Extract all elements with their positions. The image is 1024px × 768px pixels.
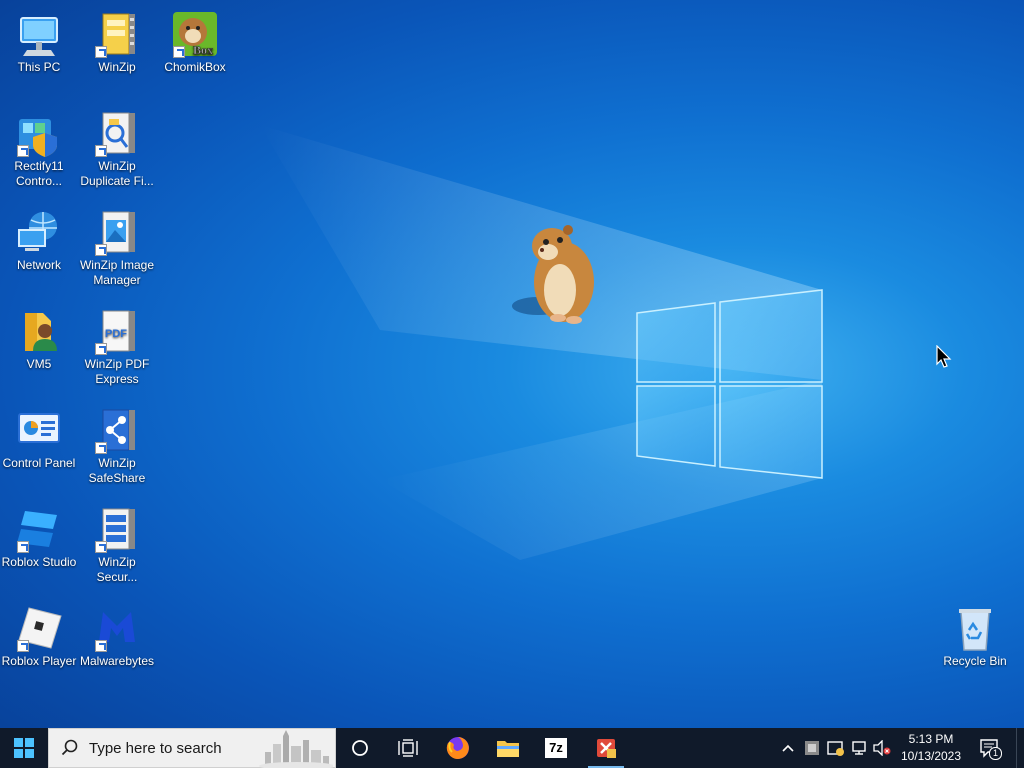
desktop-icon-malwarebytes[interactable]: Malwarebytes xyxy=(78,598,156,669)
pdf-badge-text: PDF xyxy=(105,328,127,340)
cortana-button[interactable] xyxy=(336,728,384,768)
icon-label: Roblox Studio xyxy=(1,555,77,569)
this-pc-icon xyxy=(15,10,63,58)
icon-label: WinZip Secur... xyxy=(96,555,138,584)
desktop-icon-rectify11[interactable]: Rectify11 Contro... xyxy=(0,103,78,189)
cortana-circle-icon xyxy=(352,740,368,756)
desktop-icon-winzip[interactable]: WinZip xyxy=(78,4,156,75)
desktop-icon-control-panel[interactable]: Control Panel xyxy=(0,400,78,471)
desktop-icon-recycle-bin[interactable]: Recycle Bin xyxy=(936,598,1014,669)
winzip-safeshare-icon xyxy=(93,406,141,454)
chomikbox-icon: Box xyxy=(171,10,219,58)
clock-time: 5:13 PM xyxy=(908,732,954,746)
desktop-icon-winzip-safeshare[interactable]: WinZip SafeShare xyxy=(78,400,156,486)
icon-label: WinZip Duplicate Fi... xyxy=(80,159,154,188)
winzip-image-icon xyxy=(93,208,141,256)
control-panel-icon xyxy=(15,406,63,454)
roblox-studio-icon xyxy=(15,505,63,553)
recycle-bin-icon xyxy=(951,604,999,652)
icon-label: Rectify11 Contro... xyxy=(14,159,64,188)
tray-app-icon-image xyxy=(805,741,819,755)
task-view-button[interactable] xyxy=(384,728,432,768)
taskbar-firefox[interactable] xyxy=(434,728,482,768)
search-highlight-cityscape-icon xyxy=(259,730,333,768)
taskbar-7zip[interactable]: 7z xyxy=(532,728,580,768)
desktop-icon-chomikbox[interactable]: Box ChomikBox xyxy=(156,4,234,75)
roblox-player-icon xyxy=(15,604,63,652)
file-explorer-icon xyxy=(497,741,519,757)
network-icon xyxy=(15,208,63,256)
mouse-cursor-icon xyxy=(936,345,952,368)
desktop-icon-winzip-duplicate[interactable]: WinZip Duplicate Fi... xyxy=(78,103,156,189)
winzip-icon xyxy=(93,10,141,58)
taskbar: Type here to search 7z 5:13 PM 10/13/202… xyxy=(0,728,1024,768)
taskbar-search-box[interactable]: Type here to search xyxy=(48,728,336,768)
winzip-duplicate-icon xyxy=(93,109,141,157)
icon-label: WinZip xyxy=(98,60,136,74)
security-update-icon xyxy=(827,741,844,756)
desktop-icon-vm5[interactable]: VM5 xyxy=(0,301,78,372)
folder-user-icon xyxy=(15,307,63,355)
7zip-icon: 7z xyxy=(545,738,567,758)
rectify11-icon xyxy=(15,109,63,157)
show-hidden-icons-button[interactable] xyxy=(778,728,798,768)
icon-label: Network xyxy=(16,258,61,272)
firefox-icon xyxy=(446,737,469,759)
desktop-icon-winzip-pdf[interactable]: PDF WinZip PDF Express xyxy=(78,301,156,387)
tray-app-icon[interactable] xyxy=(802,728,822,768)
desktop: This PC Rectify11 Contro... Network VM5 … xyxy=(0,0,1024,728)
winzip-pdf-icon: PDF xyxy=(93,307,141,355)
tray-network-icon[interactable] xyxy=(850,728,870,768)
show-desktop-button[interactable] xyxy=(1016,728,1024,768)
hamster-desktop-pet-icon[interactable] xyxy=(508,218,604,330)
desktop-icon-winzip-image[interactable]: WinZip Image Manager xyxy=(78,202,156,288)
icon-label: WinZip SafeShare xyxy=(88,456,146,485)
task-view-icon xyxy=(398,739,418,757)
icon-label: ChomikBox xyxy=(164,60,226,74)
windows-logo-wallpaper xyxy=(636,289,823,479)
icon-label: This PC xyxy=(17,60,61,74)
icon-label: WinZip Image Manager xyxy=(79,258,155,287)
icon-label: Control Panel xyxy=(2,456,76,470)
winzip-secure-icon xyxy=(93,505,141,553)
search-placeholder: Type here to search xyxy=(89,739,222,757)
icon-label: Recycle Bin xyxy=(943,654,1007,668)
clock-date: 10/13/2023 xyxy=(900,749,962,763)
desktop-icon-roblox-player[interactable]: Roblox Player xyxy=(0,598,78,669)
volume-muted-icon xyxy=(873,740,891,756)
action-center-button[interactable]: 1 xyxy=(976,728,1004,768)
taskbar-clock[interactable]: 5:13 PM 10/13/2023 xyxy=(896,731,966,765)
desktop-icon-this-pc[interactable]: This PC xyxy=(0,4,78,75)
chomikbox-badge-text: Box xyxy=(193,43,213,57)
taskbar-app-active[interactable] xyxy=(582,728,630,768)
desktop-icon-winzip-secure[interactable]: WinZip Secur... xyxy=(78,499,156,585)
chevron-up-icon xyxy=(782,744,794,752)
tray-volume-icon[interactable] xyxy=(872,728,892,768)
icon-label: Malwarebytes xyxy=(79,654,155,668)
desktop-icon-network[interactable]: Network xyxy=(0,202,78,273)
app-icon xyxy=(597,739,616,758)
desktop-icon-roblox-studio[interactable]: Roblox Studio xyxy=(0,499,78,570)
malwarebytes-icon xyxy=(93,604,141,652)
start-button[interactable] xyxy=(0,728,48,768)
tray-security-icon[interactable] xyxy=(826,728,846,768)
icon-label: Roblox Player xyxy=(1,654,77,668)
icon-label: VM5 xyxy=(26,357,52,371)
taskbar-file-explorer[interactable] xyxy=(484,728,532,768)
notification-count-badge: 1 xyxy=(989,747,1002,760)
windows-start-icon xyxy=(14,738,34,758)
icon-label: WinZip PDF Express xyxy=(84,357,150,386)
network-wired-icon xyxy=(852,741,866,755)
search-icon xyxy=(61,739,78,756)
